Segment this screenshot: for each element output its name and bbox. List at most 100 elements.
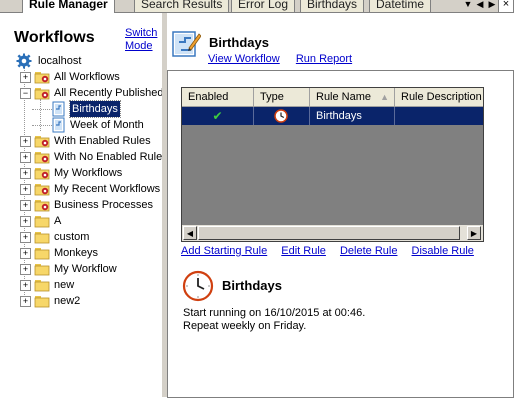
tab-rule-manager[interactable]: Rule Manager xyxy=(22,0,115,13)
tree-item-label: My Workflows xyxy=(54,167,123,179)
expand-icon[interactable]: + xyxy=(20,232,31,243)
tree-item-label: A xyxy=(54,215,62,227)
folder-special-icon xyxy=(34,184,50,196)
folder-icon xyxy=(34,248,50,260)
clock-icon xyxy=(274,109,288,123)
horizontal-scrollbar[interactable]: ◀ ▶ xyxy=(182,225,483,241)
scroll-right-icon[interactable]: ▶ xyxy=(467,226,481,240)
folder-special-icon xyxy=(34,72,50,84)
folder-icon xyxy=(34,280,50,292)
column-enabled[interactable]: Enabled xyxy=(182,88,254,106)
tree-item[interactable]: + All Workflows xyxy=(0,69,162,85)
tree-item-label: Week of Month xyxy=(70,119,144,131)
schedule-clock-icon xyxy=(182,270,214,302)
scroll-left-icon[interactable]: ◀ xyxy=(474,0,486,11)
tree-item-label: All Workflows xyxy=(54,71,120,83)
tab-strip: Rule Manager Search Results Error Log Bi… xyxy=(0,0,514,13)
workflows-panel: Workflows Switch Mode localhost + All Wo… xyxy=(0,13,162,397)
rule-name-cell: Birthdays xyxy=(310,107,395,125)
folder-special-icon xyxy=(34,152,50,164)
workflow-doc-icon xyxy=(172,31,201,57)
expand-icon[interactable]: + xyxy=(20,296,31,307)
expand-icon[interactable]: + xyxy=(20,216,31,227)
grid-header: Enabled Type Rule Name ▲ Rule Descriptio… xyxy=(182,88,483,107)
switch-mode-link[interactable]: Switch Mode xyxy=(125,27,157,53)
panel-title: Workflows xyxy=(14,29,95,46)
tree-item-label: new xyxy=(54,279,75,291)
chevron-down-icon[interactable]: ▼ xyxy=(462,0,474,11)
server-gear-icon xyxy=(16,53,32,69)
tree-item[interactable]: + With No Enabled Rules xyxy=(0,149,162,165)
page-title: Birthdays xyxy=(209,35,269,50)
folder-special-icon xyxy=(34,136,50,148)
tree-item-label: Business Processes xyxy=(54,199,154,211)
edit-rule-link[interactable]: Edit Rule xyxy=(281,245,326,257)
tree-item[interactable]: + My Recent Workflows xyxy=(0,181,162,197)
tree-item[interactable]: + My Workflows xyxy=(0,165,162,181)
tree-item-label: My Recent Workflows xyxy=(54,183,161,195)
switch-mode-line2: Mode xyxy=(125,40,153,52)
column-rule-name-label: Rule Name xyxy=(316,91,372,103)
folder-special-icon xyxy=(34,88,50,100)
tree-item-label: custom xyxy=(54,231,90,243)
scroll-right-icon[interactable]: ▶ xyxy=(486,0,498,11)
expand-icon[interactable]: + xyxy=(20,168,31,179)
folder-icon xyxy=(34,232,50,244)
table-row[interactable]: ✔ Birthdays xyxy=(182,107,483,125)
tree-item-label: Birthdays xyxy=(69,100,121,118)
tree-item-label: All Recently Published xyxy=(54,87,162,99)
sort-up-icon: ▲ xyxy=(380,92,389,102)
tree-item[interactable]: + A xyxy=(0,213,162,229)
expand-icon[interactable]: + xyxy=(20,248,31,259)
tree-item[interactable]: − All Recently Published xyxy=(0,85,162,101)
delete-rule-link[interactable]: Delete Rule xyxy=(340,245,397,257)
expand-icon[interactable]: + xyxy=(20,152,31,163)
tree-item[interactable]: + Business Processes xyxy=(0,197,162,213)
tree-item[interactable]: + With Enabled Rules xyxy=(0,133,162,149)
tree-item[interactable]: Week of Month xyxy=(0,117,162,133)
expand-icon[interactable]: + xyxy=(20,184,31,195)
folder-icon xyxy=(34,264,50,276)
disable-rule-link[interactable]: Disable Rule xyxy=(412,245,474,257)
tree-line xyxy=(32,125,42,126)
tree-item[interactable]: + custom xyxy=(0,229,162,245)
tree-item[interactable]: + Monkeys xyxy=(0,245,162,261)
collapse-icon[interactable]: − xyxy=(20,88,31,99)
schedule-start-text: Start running on 16/10/2015 at 00:46. xyxy=(183,307,366,319)
tree-item-label: My Workflow xyxy=(54,263,117,275)
column-type[interactable]: Type xyxy=(254,88,310,106)
schedule-title: Birthdays xyxy=(222,278,282,293)
scroll-thumb[interactable] xyxy=(198,226,460,240)
expand-icon[interactable]: + xyxy=(20,136,31,147)
expand-icon[interactable]: + xyxy=(20,280,31,291)
tree-item[interactable]: + My Workflow xyxy=(0,261,162,277)
rule-description-cell xyxy=(395,107,483,125)
column-rule-name[interactable]: Rule Name ▲ xyxy=(310,88,395,106)
switch-mode-line1: Switch xyxy=(125,27,158,39)
tree-root-label: localhost xyxy=(38,55,82,67)
folder-special-icon xyxy=(34,200,50,212)
view-workflow-link[interactable]: View Workflow xyxy=(208,53,280,65)
workflow-doc-icon xyxy=(52,101,65,117)
header-links: View Workflow Run Report xyxy=(208,53,352,65)
tree-item-label: With Enabled Rules xyxy=(54,135,151,147)
rules-frame: Enabled Type Rule Name ▲ Rule Descriptio… xyxy=(167,70,514,398)
workflow-detail: Birthdays View Workflow Run Report Enabl… xyxy=(167,13,514,398)
run-report-link[interactable]: Run Report xyxy=(296,53,352,65)
expand-icon[interactable]: + xyxy=(20,200,31,211)
tree-item-label: Monkeys xyxy=(54,247,99,259)
rule-actions: Add Starting Rule Edit Rule Delete Rule … xyxy=(181,245,485,257)
add-starting-rule-link[interactable]: Add Starting Rule xyxy=(181,245,267,257)
enabled-check-icon[interactable]: ✔ xyxy=(182,107,254,125)
tree-item[interactable]: + new xyxy=(0,277,162,293)
tree-item-selected[interactable]: Birthdays xyxy=(0,100,162,118)
tree-item[interactable]: + new2 xyxy=(0,293,162,309)
column-rule-description[interactable]: Rule Description xyxy=(395,88,483,106)
folder-icon xyxy=(34,296,50,308)
folder-icon xyxy=(34,216,50,228)
expand-icon[interactable]: + xyxy=(20,264,31,275)
scroll-left-icon[interactable]: ◀ xyxy=(183,226,197,240)
rules-grid[interactable]: Enabled Type Rule Name ▲ Rule Descriptio… xyxy=(181,87,484,242)
expand-icon[interactable]: + xyxy=(20,72,31,83)
folder-special-icon xyxy=(34,168,50,180)
